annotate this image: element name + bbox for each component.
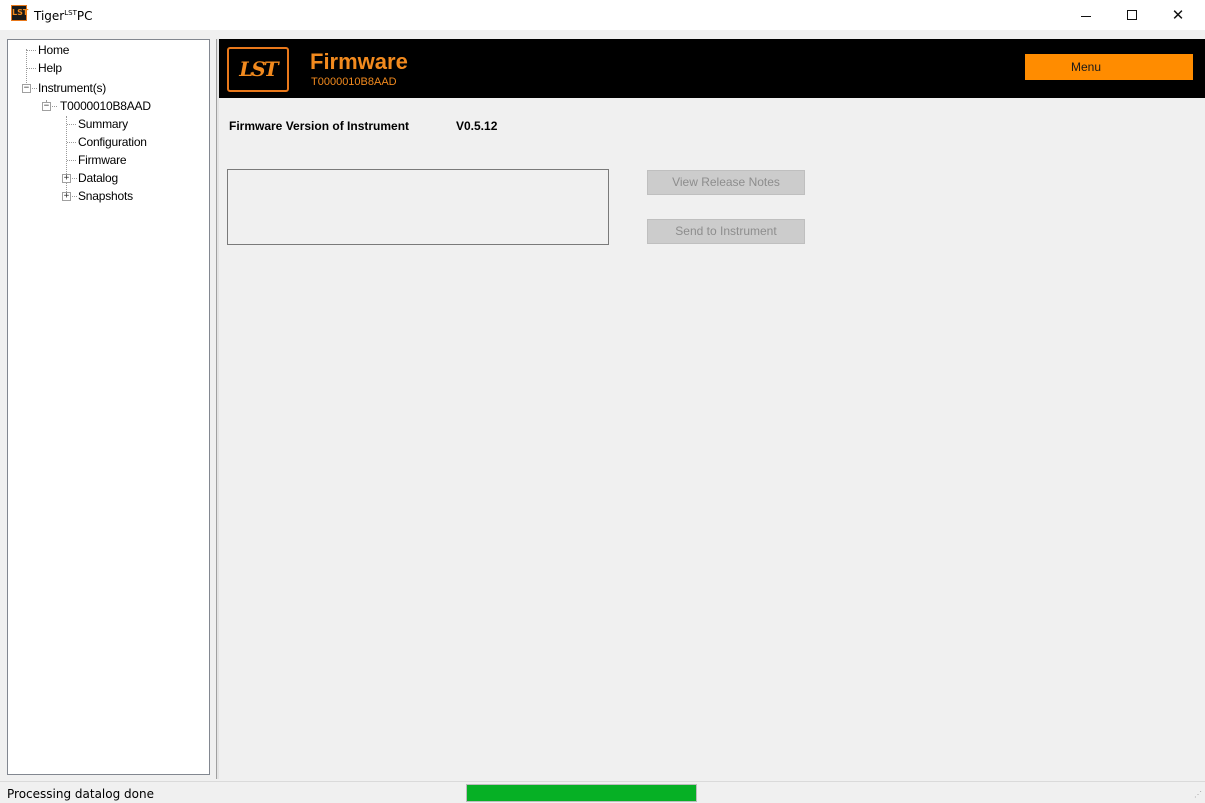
collapse-icon[interactable]: − (22, 84, 31, 93)
close-icon: ✕ (1171, 6, 1185, 24)
firmware-version-value: V0.5.12 (456, 119, 498, 133)
lst-logo: LST (227, 47, 289, 92)
collapse-icon[interactable]: − (42, 102, 51, 111)
panel-splitter[interactable] (216, 39, 219, 779)
page-header: LST Firmware T0000010B8AAD Menu (219, 39, 1205, 98)
status-bar: Processing datalog done ⋰ (0, 781, 1205, 803)
tree-item-instruments[interactable]: Instrument(s) (32, 80, 202, 98)
firmware-file-box[interactable] (227, 169, 609, 245)
tree-item-summary[interactable]: Summary (67, 116, 197, 134)
tree-item-help[interactable]: Help (27, 60, 197, 78)
tree-connector-line (27, 68, 36, 69)
progress-bar (466, 784, 697, 802)
tree-connector-line (72, 178, 77, 179)
page-subtitle: T0000010B8AAD (311, 76, 397, 88)
tree-connector-line (32, 88, 37, 89)
tree-item-label: Home (38, 43, 70, 57)
status-text: Processing datalog done (7, 787, 154, 801)
close-button[interactable]: ✕ (1155, 0, 1201, 30)
tree-item-label: T0000010B8AAD (60, 99, 151, 113)
maximize-icon (1127, 10, 1137, 20)
tree-item-label: Summary (78, 117, 128, 131)
tree-item-instrument-serial[interactable]: T0000010B8AAD (52, 98, 202, 116)
tree-connector-line (52, 106, 57, 107)
firmware-version-label: Firmware Version of Instrument (229, 119, 410, 133)
send-to-instrument-button[interactable]: Send to Instrument (647, 219, 805, 244)
navigation-tree[interactable]: Home Help − Instrument(s) − T0000010B8AA… (7, 39, 210, 775)
tree-item-label: Configuration (78, 135, 147, 149)
window-title-main: Tiger (34, 9, 65, 23)
tree-item-label: Snapshots (78, 189, 133, 203)
tree-item-datalog[interactable]: Datalog (72, 170, 202, 188)
tree-item-label: Datalog (78, 171, 118, 185)
tree-item-label: Help (38, 61, 62, 75)
tree-connector-line (72, 196, 77, 197)
window-title: TigerLSTPC (34, 5, 92, 24)
window-title-superscript: LST (64, 9, 77, 17)
tree-connector-line (67, 160, 76, 161)
tree-item-snapshots[interactable]: Snapshots (72, 188, 202, 206)
view-release-notes-button[interactable]: View Release Notes (647, 170, 805, 195)
tree-item-label: Firmware (78, 153, 127, 167)
minimize-icon (1081, 16, 1091, 17)
expand-icon[interactable]: + (62, 174, 71, 183)
expand-icon[interactable]: + (62, 192, 71, 201)
tree-connector-line (67, 142, 76, 143)
title-bar: LST TigerLSTPC ✕ (0, 0, 1205, 30)
page-title: Firmware (310, 49, 408, 74)
tree-item-configuration[interactable]: Configuration (67, 134, 197, 152)
tree-connector-line (67, 124, 76, 125)
resize-grip-icon[interactable]: ⋰ (1192, 790, 1202, 800)
tree-connector-line (27, 50, 36, 51)
window-title-end: PC (76, 9, 93, 23)
menu-button[interactable]: Menu (1025, 54, 1193, 80)
progress-bar-fill (467, 785, 696, 801)
maximize-button[interactable] (1109, 0, 1155, 30)
tree-item-label: Instrument(s) (38, 81, 107, 95)
tree-item-home[interactable]: Home (27, 42, 197, 60)
app-logo-icon: LST (11, 5, 28, 21)
minimize-button[interactable] (1063, 0, 1109, 30)
tree-item-firmware[interactable]: Firmware (67, 152, 197, 170)
